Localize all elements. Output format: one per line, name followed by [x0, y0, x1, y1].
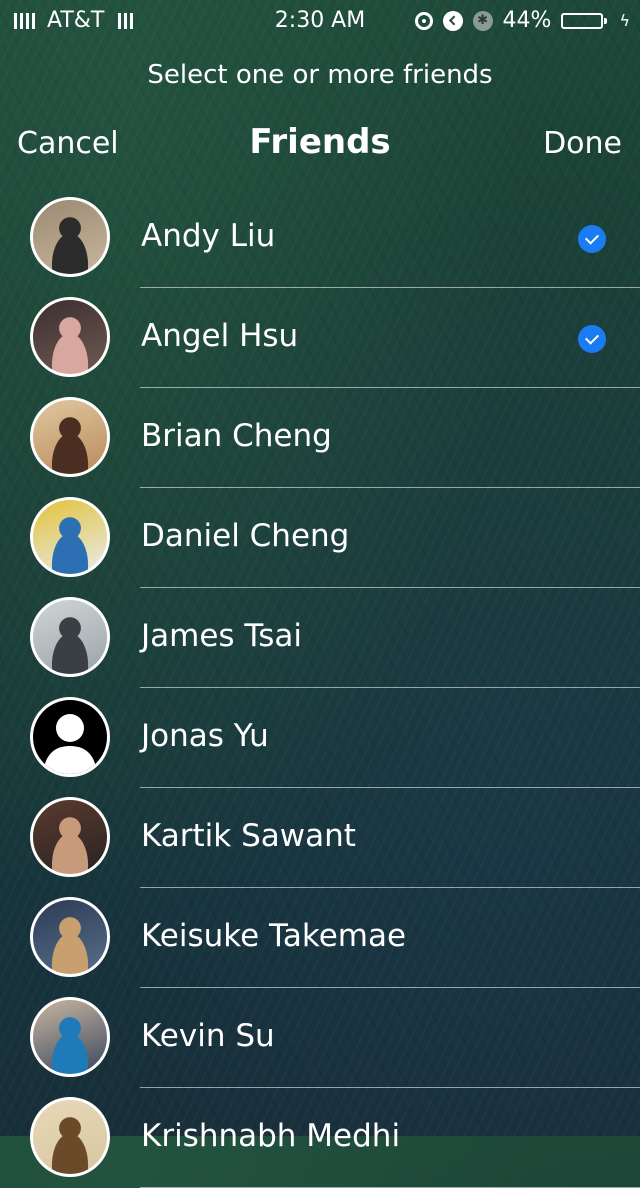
avatar [30, 797, 110, 877]
avatar [30, 1097, 110, 1177]
charging-bolt-icon: ϟ [619, 11, 630, 30]
friend-name: James Tsai [141, 618, 302, 654]
friend-name: Keisuke Takemae [141, 918, 407, 954]
friend-name: Angel Hsu [141, 318, 299, 354]
done-button[interactable]: Done [543, 126, 622, 161]
avatar [30, 597, 110, 677]
avatar [30, 997, 110, 1077]
friend-name: Kevin Su [141, 1018, 275, 1054]
rotation-lock-icon [414, 11, 433, 30]
friend-row[interactable]: Andy Liu [0, 188, 640, 288]
checkmark-icon[interactable] [578, 225, 606, 253]
friend-row[interactable]: Jonas Yu [0, 688, 640, 788]
status-right: ✱ 44% ϟ [414, 8, 630, 33]
checkmark-icon[interactable] [578, 325, 606, 353]
avatar [30, 197, 110, 277]
friend-row[interactable]: Kevin Su [0, 988, 640, 1088]
default-avatar-icon [30, 697, 110, 777]
avatar [30, 397, 110, 477]
cancel-button[interactable]: Cancel [17, 126, 119, 161]
friend-row[interactable]: Krishnabh Medhi [0, 1088, 640, 1188]
friend-row[interactable]: Keisuke Takemae [0, 888, 640, 988]
friend-row[interactable]: Kartik Sawant [0, 788, 640, 888]
status-bar: AT&T 2:30 AM ✱ 44% ϟ [0, 0, 640, 40]
friend-name: Jonas Yu [141, 718, 269, 754]
friend-row[interactable]: Angel Hsu [0, 288, 640, 388]
friend-row[interactable]: James Tsai [0, 588, 640, 688]
friend-row[interactable]: Brian Cheng [0, 388, 640, 488]
person-silhouette-icon [33, 700, 107, 774]
friend-name: Andy Liu [141, 218, 276, 254]
battery-percent: 44% [502, 8, 552, 33]
avatar [30, 897, 110, 977]
bluetooth-icon: ✱ [472, 10, 493, 31]
navigation-bar: Cancel Friends Done [0, 120, 640, 176]
avatar [30, 497, 110, 577]
friend-row[interactable]: Daniel Cheng [0, 488, 640, 588]
avatar [30, 297, 110, 377]
battery-icon [561, 12, 608, 29]
friends-list: Andy Liu Angel Hsu Brian Cheng Daniel Cheng… [0, 188, 640, 1188]
friend-name: Brian Cheng [141, 418, 332, 454]
friend-name: Krishnabh Medhi [141, 1118, 401, 1154]
friend-name: Kartik Sawant [141, 818, 356, 854]
alarm-icon [442, 10, 463, 31]
select-friends-prompt: Select one or more friends [147, 60, 493, 90]
friend-name: Daniel Cheng [141, 518, 350, 554]
